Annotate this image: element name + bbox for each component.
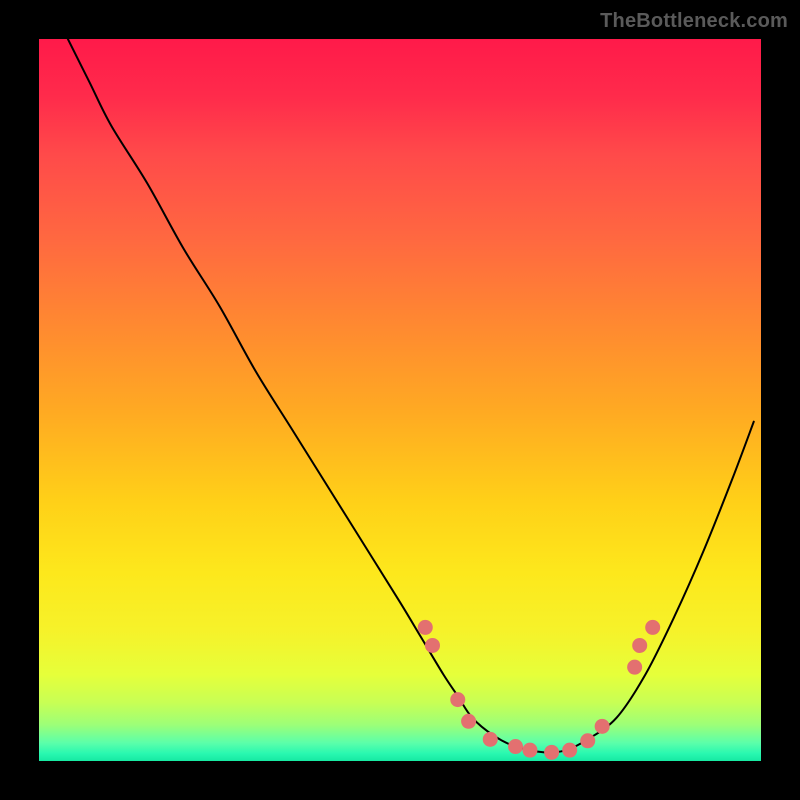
curve-marker-dot — [544, 745, 559, 760]
curve-marker-dot — [450, 692, 465, 707]
bottleneck-curve — [68, 39, 754, 753]
curve-marker-dot — [595, 719, 610, 734]
chart-frame: TheBottleneck.com — [0, 0, 800, 800]
curve-marker-dot — [632, 638, 647, 653]
chart-plot-area — [39, 39, 761, 761]
curve-marker-dot — [425, 638, 440, 653]
curve-marker-dot — [580, 733, 595, 748]
curve-marker-dot — [562, 743, 577, 758]
curve-marker-dot — [483, 732, 498, 747]
curve-marker-dot — [508, 739, 523, 754]
watermark-text: TheBottleneck.com — [600, 10, 788, 33]
chart-svg — [39, 39, 761, 761]
curve-marker-dot — [418, 620, 433, 635]
curve-marker-dot — [645, 620, 660, 635]
curve-marker-dot — [522, 743, 537, 758]
curve-marker-dot — [627, 660, 642, 675]
curve-marker-dot — [461, 714, 476, 729]
